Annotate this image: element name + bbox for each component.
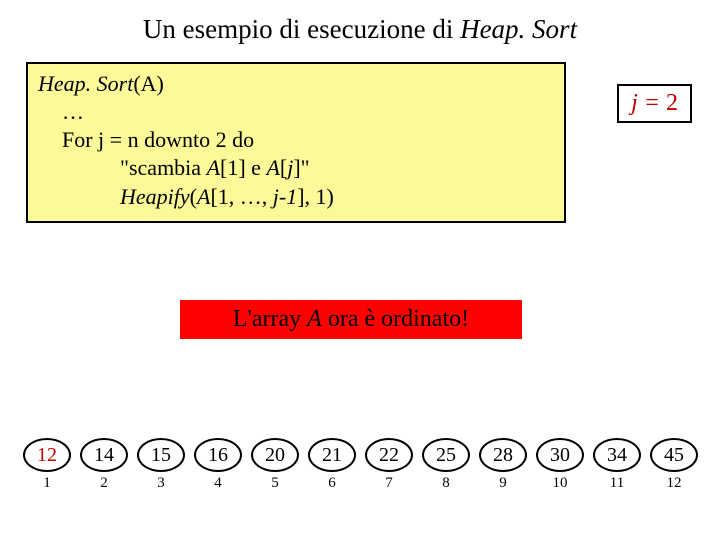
array-index: 6 [328, 475, 336, 492]
array-value: 14 [80, 438, 128, 472]
array-value: 21 [308, 438, 356, 472]
array-value: 28 [479, 438, 527, 472]
pseudocode-box: Heap. Sort(A) … For j = n downto 2 do "s… [26, 62, 566, 223]
code-line-3: For j = n downto 2 do [38, 126, 554, 154]
array-cell: 4512 [651, 438, 697, 492]
slide-title: Un esempio di esecuzione di Heap. Sort [0, 0, 720, 45]
array-index: 11 [610, 475, 624, 492]
array-index: 10 [553, 475, 568, 492]
array-index: 1 [43, 475, 51, 492]
array-cell: 258 [423, 438, 469, 492]
code-fn-arg: (A) [133, 71, 164, 96]
array-cell: 216 [309, 438, 355, 492]
code-line-4: "scambia A[1] e A[j]" [38, 154, 554, 182]
array-cell: 205 [252, 438, 298, 492]
array-value: 45 [650, 438, 698, 472]
array-value: 20 [251, 438, 299, 472]
array-cell: 3010 [537, 438, 583, 492]
array-cell: 289 [480, 438, 526, 492]
array-cell: 142 [81, 438, 127, 492]
array-cell: 3411 [594, 438, 640, 492]
array-index: 12 [667, 475, 682, 492]
array-cell: 121 [24, 438, 70, 492]
code-line-5: Heapify(A[1, …, j-1], 1) [38, 183, 554, 211]
title-ital: Heap. Sort [460, 14, 577, 44]
j-value: 2 [666, 90, 678, 116]
array-row: 121142153164205216227258289301034114512 [24, 438, 704, 492]
array-index: 5 [271, 475, 279, 492]
j-value-box: j = 2 [617, 84, 692, 123]
title-pre: Un esempio di esecuzione di [143, 14, 460, 44]
array-value: 30 [536, 438, 584, 472]
array-value: 12 [23, 438, 71, 472]
code-line-2: … [38, 98, 554, 126]
array-cell: 227 [366, 438, 412, 492]
code-line-1: Heap. Sort(A) [38, 70, 554, 98]
array-cell: 164 [195, 438, 241, 492]
j-label: j = [631, 90, 666, 116]
array-index: 9 [499, 475, 507, 492]
array-index: 7 [385, 475, 393, 492]
array-index: 2 [100, 475, 108, 492]
array-value: 25 [422, 438, 470, 472]
array-index: 4 [214, 475, 222, 492]
array-value: 34 [593, 438, 641, 472]
array-cell: 153 [138, 438, 184, 492]
array-index: 3 [157, 475, 165, 492]
code-fn-name: Heap. Sort [38, 71, 133, 96]
array-index: 8 [442, 475, 450, 492]
sorted-banner: L'array A ora è ordinato! [180, 300, 522, 339]
array-value: 22 [365, 438, 413, 472]
array-value: 15 [137, 438, 185, 472]
array-value: 16 [194, 438, 242, 472]
